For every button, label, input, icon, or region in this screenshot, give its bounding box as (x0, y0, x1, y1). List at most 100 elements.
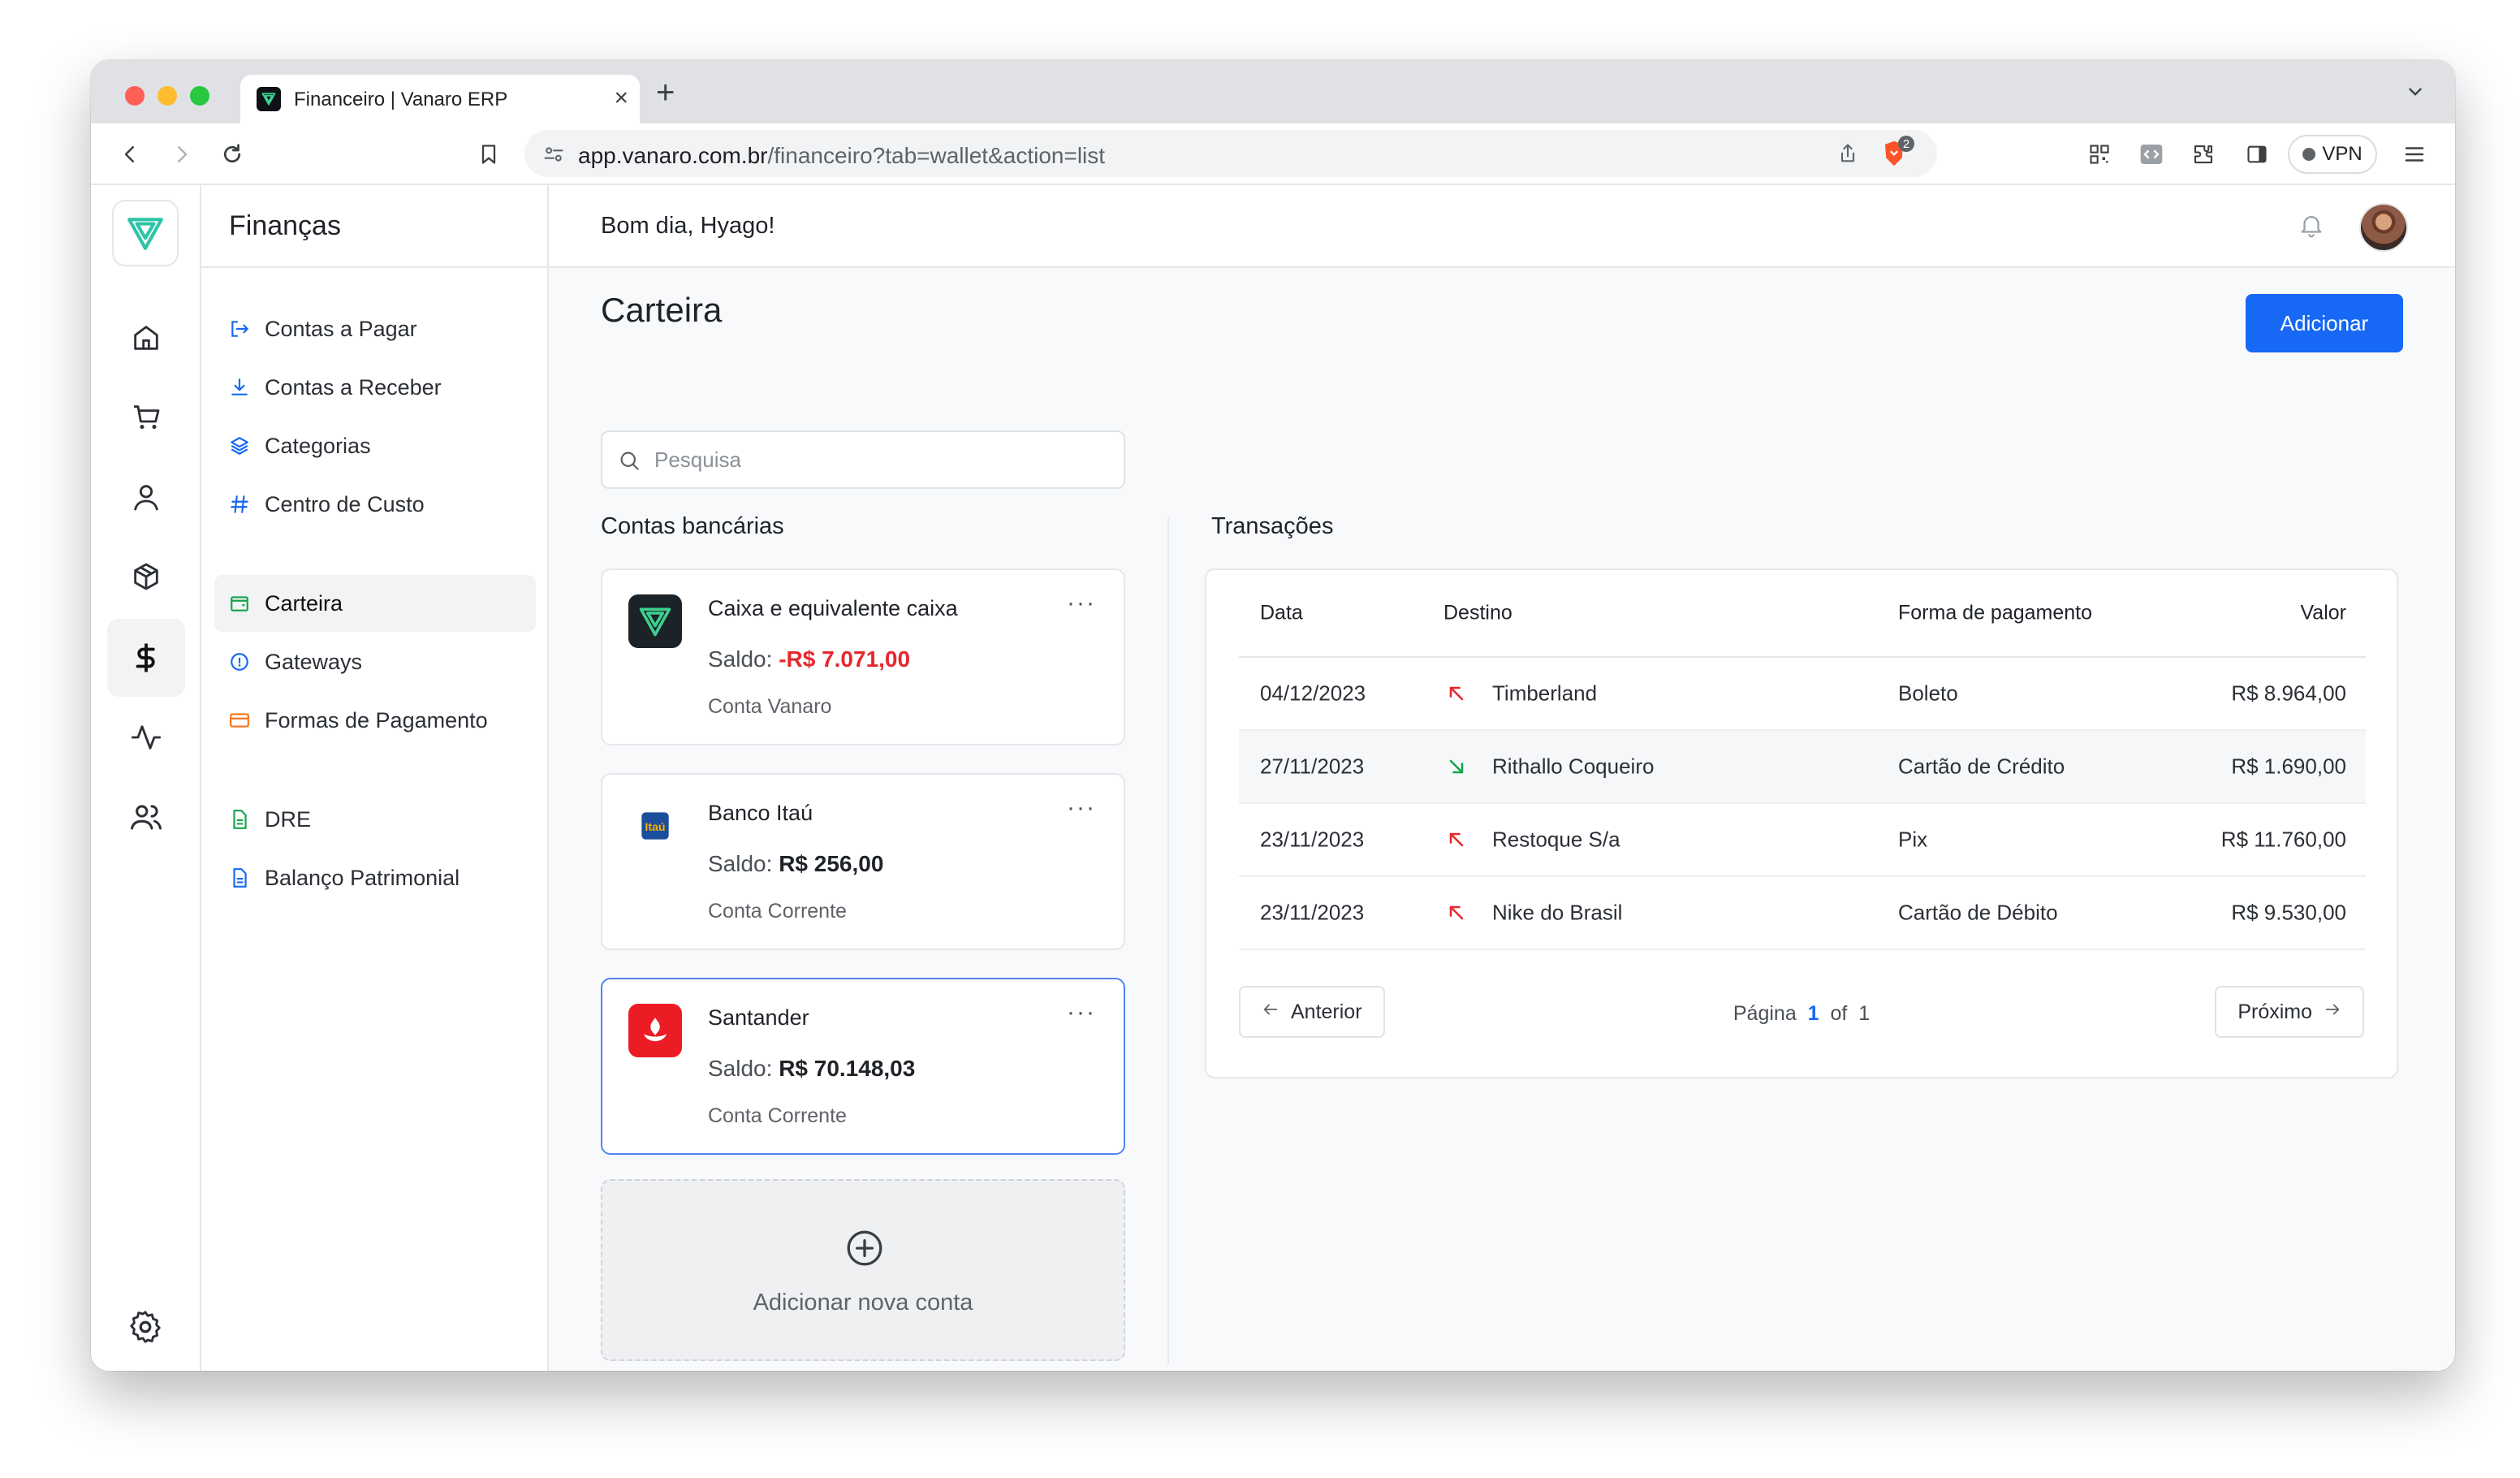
url-text[interactable]: app.vanaro.com.br/financeiro?tab=wallet&… (578, 143, 1105, 169)
tx-destination: Rithallo Coqueiro (1492, 754, 1655, 779)
browser-menu-icon[interactable] (2400, 140, 2429, 169)
tx-destination: Nike do Brasil (1492, 900, 1623, 925)
add-button[interactable]: Adicionar (2246, 294, 2403, 352)
wallet-icon (227, 591, 252, 616)
tx-date: 23/11/2023 (1260, 827, 1365, 852)
add-account-label: Adicionar nova conta (753, 1290, 973, 1316)
nav-item-centro-de-custo[interactable]: Centro de Custo (214, 476, 536, 533)
download-icon (227, 375, 252, 400)
gear-icon[interactable] (127, 1308, 164, 1350)
sidebar-toggle-icon[interactable] (2242, 140, 2272, 169)
code-extension-icon[interactable] (2137, 140, 2166, 169)
dollar-icon[interactable] (107, 619, 185, 697)
more-options-icon[interactable]: ··· (1067, 794, 1096, 822)
account-card[interactable]: Itaú Banco Itaú Saldo: R$ 256,00 Conta C… (601, 773, 1125, 950)
reload-icon[interactable] (218, 140, 247, 169)
home-icon[interactable] (107, 299, 185, 377)
vpn-button[interactable]: VPN (2288, 135, 2377, 174)
column-header-date[interactable]: Data (1260, 602, 1303, 625)
next-label: Próximo (2237, 1000, 2312, 1023)
account-name: Caixa e equivalente caixa (708, 596, 958, 620)
vanaro-logo (628, 594, 682, 648)
account-name: Banco Itaú (708, 801, 813, 825)
address-bar[interactable]: app.vanaro.com.br/financeiro?tab=wallet&… (524, 130, 1937, 177)
nav-item-contas-a-receber[interactable]: Contas a Receber (214, 359, 536, 416)
table-row[interactable]: 04/12/2023 Timberland Boleto R$ 8.964,00 (1239, 658, 2366, 731)
bookmark-icon[interactable] (474, 140, 503, 169)
search-input[interactable] (654, 443, 1109, 476)
close-tab-icon[interactable]: × (614, 84, 628, 112)
account-balance: Saldo: -R$ 7.071,00 (708, 646, 911, 672)
nav-item-dre[interactable]: DRE (214, 791, 536, 848)
brave-shield-icon[interactable]: 2 (1880, 136, 1914, 168)
more-options-icon[interactable]: ··· (1067, 999, 1096, 1026)
svg-text:Itaú: Itaú (645, 821, 665, 834)
cart-icon[interactable] (107, 378, 185, 456)
page-title: Carteira (601, 291, 723, 329)
forward-icon[interactable] (167, 140, 196, 169)
file-icon (227, 866, 252, 890)
browser-tab[interactable]: Financeiro | Vanaro ERP × (240, 75, 640, 123)
tx-value: R$ 11.760,00 (2220, 827, 2346, 852)
bell-icon[interactable] (2298, 211, 2325, 243)
table-row[interactable]: 23/11/2023 Nike do Brasil Cartão de Débi… (1239, 877, 2366, 950)
tx-payment: Pix (1898, 827, 1928, 852)
extensions-puzzle-icon[interactable] (2189, 140, 2218, 169)
table-row[interactable]: 27/11/2023 Rithallo Coqueiro Cartão de C… (1239, 731, 2366, 804)
tx-value: R$ 8.964,00 (2231, 681, 2346, 706)
transactions-heading: Transações (1211, 513, 1334, 539)
itau-logo: Itaú (628, 799, 682, 853)
nav-item-balanco-patrimonial[interactable]: Balanço Patrimonial (214, 849, 536, 906)
column-header-payment[interactable]: Forma de pagamento (1898, 602, 2092, 625)
tx-value: R$ 1.690,00 (2231, 754, 2346, 779)
nav-item-categorias[interactable]: Categorias (214, 417, 536, 474)
shield-count-badge: 2 (1898, 136, 1914, 152)
account-card[interactable]: Caixa e equivalente caixa Saldo: -R$ 7.0… (601, 568, 1125, 745)
users-icon[interactable] (107, 778, 185, 856)
vanaro-logo[interactable] (112, 200, 179, 266)
table-row[interactable]: 23/11/2023 Restoque S/a Pix R$ 11.760,00 (1239, 804, 2366, 877)
maximize-window-button[interactable] (190, 86, 209, 106)
avatar[interactable] (2359, 203, 2408, 252)
minimize-window-button[interactable] (158, 86, 177, 106)
user-icon[interactable] (107, 458, 185, 536)
back-icon[interactable] (115, 140, 145, 169)
nav-item-label: Gateways (265, 649, 363, 674)
arrow-up-left-icon (1445, 901, 1468, 924)
nav-item-carteira[interactable]: Carteira (214, 575, 536, 632)
add-account-button[interactable]: Adicionar nova conta (601, 1179, 1125, 1361)
activity-icon[interactable] (107, 698, 185, 776)
nav-item-formas-de-pagamento[interactable]: Formas de Pagamento (214, 692, 536, 749)
account-card[interactable]: Santander Saldo: R$ 70.148,03 Conta Corr… (601, 978, 1125, 1155)
icon-rail (91, 185, 201, 1371)
tx-payment: Cartão de Crédito (1898, 754, 2065, 779)
column-header-destination[interactable]: Destino (1443, 602, 1512, 625)
qr-code-icon[interactable] (2085, 140, 2114, 169)
logout-arrow-icon (227, 317, 252, 341)
search-icon (617, 448, 641, 477)
tab-bar: Financeiro | Vanaro ERP × + (91, 60, 2455, 123)
vpn-label: VPN (2322, 143, 2362, 165)
more-options-icon[interactable]: ··· (1067, 590, 1096, 617)
browser-window: Financeiro | Vanaro ERP × + app.vanaro.c… (91, 60, 2455, 1371)
site-settings-icon[interactable] (542, 143, 565, 170)
tab-title: Financeiro | Vanaro ERP (294, 89, 508, 110)
column-header-value[interactable]: Valor (2300, 602, 2346, 625)
next-page-button[interactable]: Próximo (2215, 986, 2364, 1038)
arrow-up-left-icon (1445, 828, 1468, 851)
search-box[interactable] (601, 430, 1125, 489)
new-tab-button[interactable]: + (656, 76, 675, 109)
chevron-down-icon[interactable] (2405, 81, 2426, 106)
close-window-button[interactable] (125, 86, 145, 106)
nav-item-contas-a-pagar[interactable]: Contas a Pagar (214, 300, 536, 357)
transactions-card: Data Destino Forma de pagamento Valor 04… (1205, 568, 2398, 1078)
share-icon[interactable] (1836, 142, 1859, 169)
vpn-status-icon (2302, 148, 2316, 161)
file-icon (227, 807, 252, 832)
box-icon[interactable] (107, 538, 185, 616)
nav-item-label: Carteira (265, 590, 343, 616)
arrow-up-left-icon (1445, 682, 1468, 705)
nav-item-gateways[interactable]: Gateways (214, 633, 536, 690)
nav-item-label: DRE (265, 806, 312, 832)
account-name: Santander (708, 1005, 809, 1030)
